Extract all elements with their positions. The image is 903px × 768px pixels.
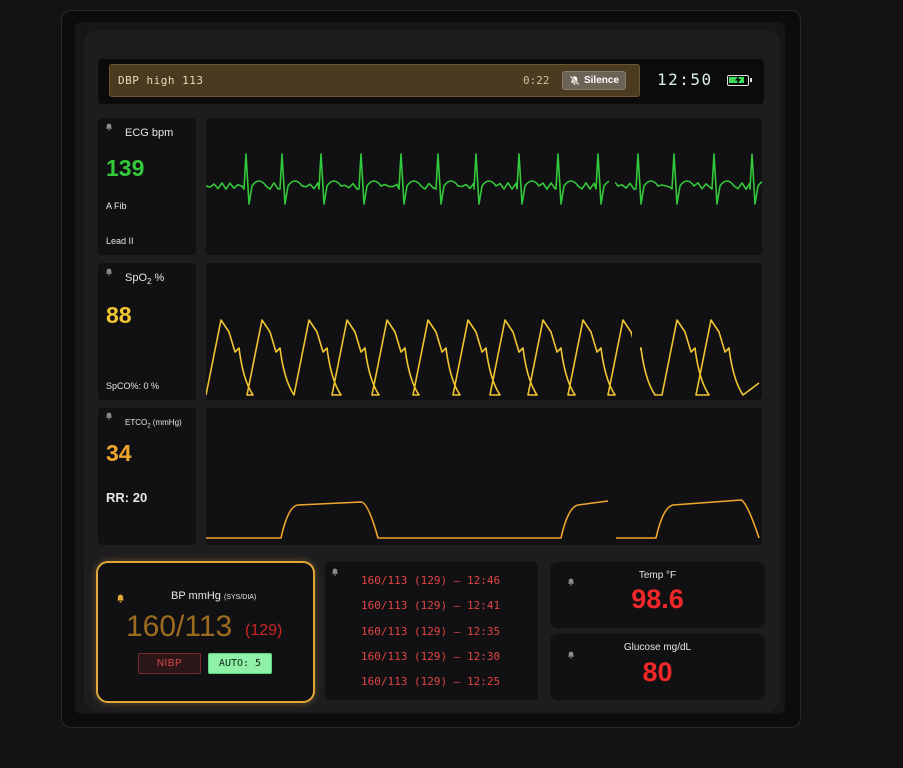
- bp-history-row: 160/113 (129) — 12:35: [361, 625, 501, 638]
- bp-label: BP mmHg (SYS/DIA): [171, 590, 257, 602]
- rr-readout: RR: 20: [106, 490, 148, 505]
- etco2-value: 34: [106, 440, 132, 466]
- ecg-trace: [205, 153, 773, 205]
- ecg-waveform: [205, 118, 773, 255]
- spo2-value: 88: [106, 302, 132, 328]
- glucose-value: 80: [642, 657, 673, 687]
- silence-label: Silence: [583, 75, 620, 86]
- bp-history-row: 160/113 (129) — 12:46: [361, 574, 501, 587]
- bell-slash-icon: [569, 75, 580, 86]
- capno-trace: [616, 499, 760, 539]
- spco-readout: SpCO%: 0 %: [106, 381, 160, 391]
- glucose-label: Glucose mg/dL: [623, 642, 692, 653]
- spo2-label: SpO2 %: [125, 272, 165, 287]
- temp-label: Temp °F: [638, 570, 677, 581]
- pleth-waveform: [205, 263, 760, 400]
- bp-mean: (129): [245, 622, 283, 639]
- bp-history-row: 160/113 (129) — 12:30: [361, 650, 501, 663]
- spo2-waveform-panel: [205, 263, 762, 400]
- clock: 12:50: [657, 70, 713, 89]
- sweep-gap: [609, 118, 615, 255]
- capno-trace: [206, 500, 609, 539]
- ecg-rhythm: A Fib: [106, 201, 127, 211]
- alarm-message: DBP high 113: [118, 74, 204, 87]
- ecg-waveform-panel: [205, 118, 773, 255]
- nibp-button[interactable]: NIBP: [138, 653, 201, 674]
- bell-icon[interactable]: [331, 568, 339, 576]
- bell-icon[interactable]: [105, 268, 113, 276]
- alarm-elapsed-time: 0:22: [523, 74, 550, 87]
- bell-icon[interactable]: [116, 594, 125, 603]
- battery-icon: [727, 75, 752, 86]
- bp-history-row: 160/113 (129) — 12:25: [361, 675, 501, 688]
- bp-value: 160/113: [126, 610, 233, 643]
- ecg-label: ECG bpm: [125, 127, 174, 139]
- bp-history-row: 160/113 (129) — 12:41: [361, 599, 501, 612]
- etco2-label: ETCO2 (mmHg): [125, 418, 182, 430]
- pleth-trace: [205, 319, 760, 396]
- silence-button[interactable]: Silence: [562, 71, 626, 90]
- ecg-value: 139: [106, 155, 145, 181]
- temp-value: 98.6: [631, 584, 684, 614]
- etco2-waveform-panel: [206, 408, 762, 545]
- ecg-lead: Lead II: [106, 236, 134, 246]
- capnography-waveform: [206, 499, 760, 539]
- sweep-gap: [632, 263, 640, 400]
- bell-icon[interactable]: [105, 123, 113, 131]
- auto-interval-button[interactable]: AUTO: 5: [208, 653, 272, 674]
- bell-icon[interactable]: [105, 412, 113, 420]
